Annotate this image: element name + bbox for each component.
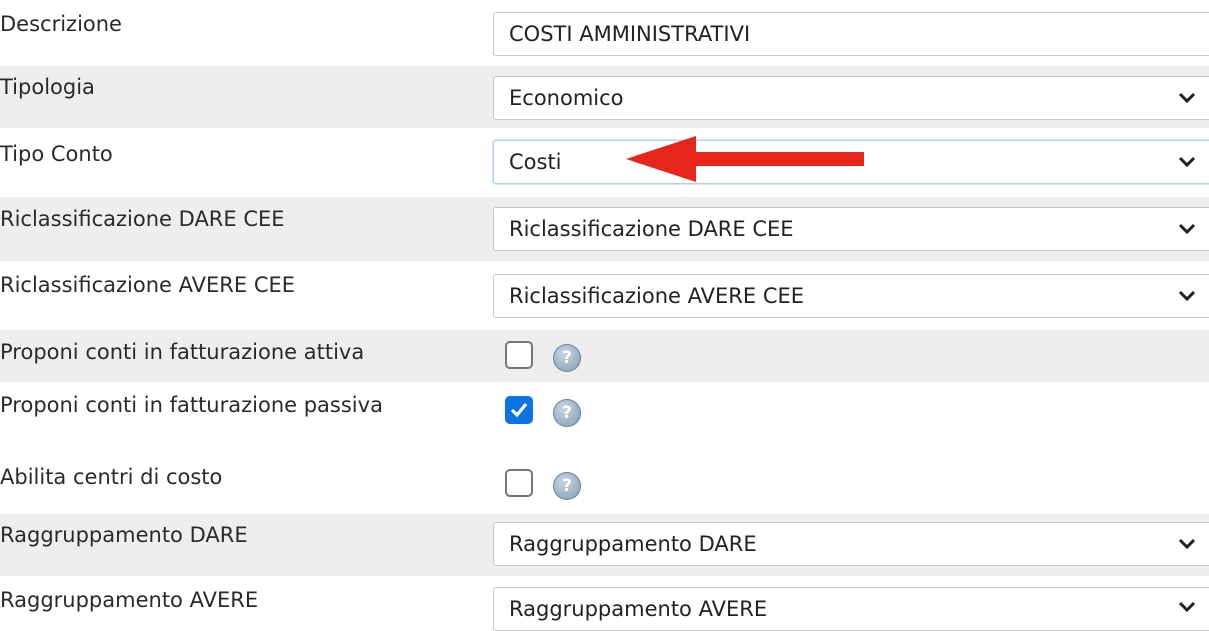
chevron-down-icon	[1178, 538, 1196, 550]
label-proponi-passiva: Proponi conti in fatturazione passiva	[0, 393, 383, 417]
label-raggruppamento-dare: Raggruppamento DARE	[0, 523, 248, 547]
raggruppamento-avere-select[interactable]: Raggruppamento AVERE	[493, 587, 1209, 631]
label-tipo-conto: Tipo Conto	[0, 142, 113, 166]
raggruppamento-dare-select[interactable]: Raggruppamento DARE	[493, 522, 1209, 566]
abilita-centri-costo-checkbox[interactable]	[505, 469, 533, 497]
help-icon[interactable]: ?	[553, 472, 581, 500]
label-riclassificazione-avere-cee: Riclassificazione AVERE CEE	[0, 273, 296, 297]
riclassificazione-dare-cee-select[interactable]: Riclassificazione DARE CEE	[493, 207, 1209, 251]
riclassificazione-avere-cee-selected-value: Riclassificazione AVERE CEE	[509, 284, 805, 308]
tipo-conto-selected-value: Costi	[509, 150, 562, 174]
descrizione-input[interactable]: COSTI AMMINISTRATIVI	[493, 12, 1209, 56]
chevron-down-icon	[1178, 601, 1196, 613]
tipologia-selected-value: Economico	[509, 86, 624, 110]
chevron-down-icon	[1178, 156, 1196, 168]
proponi-attiva-checkbox[interactable]	[505, 341, 533, 369]
red-arrow-annotation	[626, 136, 864, 182]
chevron-down-icon	[1178, 290, 1196, 302]
help-icon[interactable]: ?	[553, 399, 581, 427]
raggruppamento-avere-selected-value: Raggruppamento AVERE	[509, 597, 768, 621]
label-descrizione: Descrizione	[0, 12, 122, 36]
chevron-down-icon	[1178, 92, 1196, 104]
help-icon[interactable]: ?	[553, 344, 581, 372]
riclassificazione-dare-cee-selected-value: Riclassificazione DARE CEE	[509, 217, 794, 241]
chevron-down-icon	[1178, 223, 1196, 235]
riclassificazione-avere-cee-select[interactable]: Riclassificazione AVERE CEE	[493, 274, 1209, 318]
tipologia-select[interactable]: Economico	[493, 76, 1209, 120]
checkmark-icon	[510, 402, 528, 418]
proponi-passiva-checkbox[interactable]	[505, 396, 533, 424]
label-raggruppamento-avere: Raggruppamento AVERE	[0, 588, 259, 612]
label-abilita-centri-costo: Abilita centri di costo	[0, 465, 223, 489]
label-proponi-attiva: Proponi conti in fatturazione attiva	[0, 340, 365, 364]
raggruppamento-dare-selected-value: Raggruppamento DARE	[509, 532, 757, 556]
label-riclassificazione-dare-cee: Riclassificazione DARE CEE	[0, 207, 285, 231]
label-tipologia: Tipologia	[0, 75, 95, 99]
